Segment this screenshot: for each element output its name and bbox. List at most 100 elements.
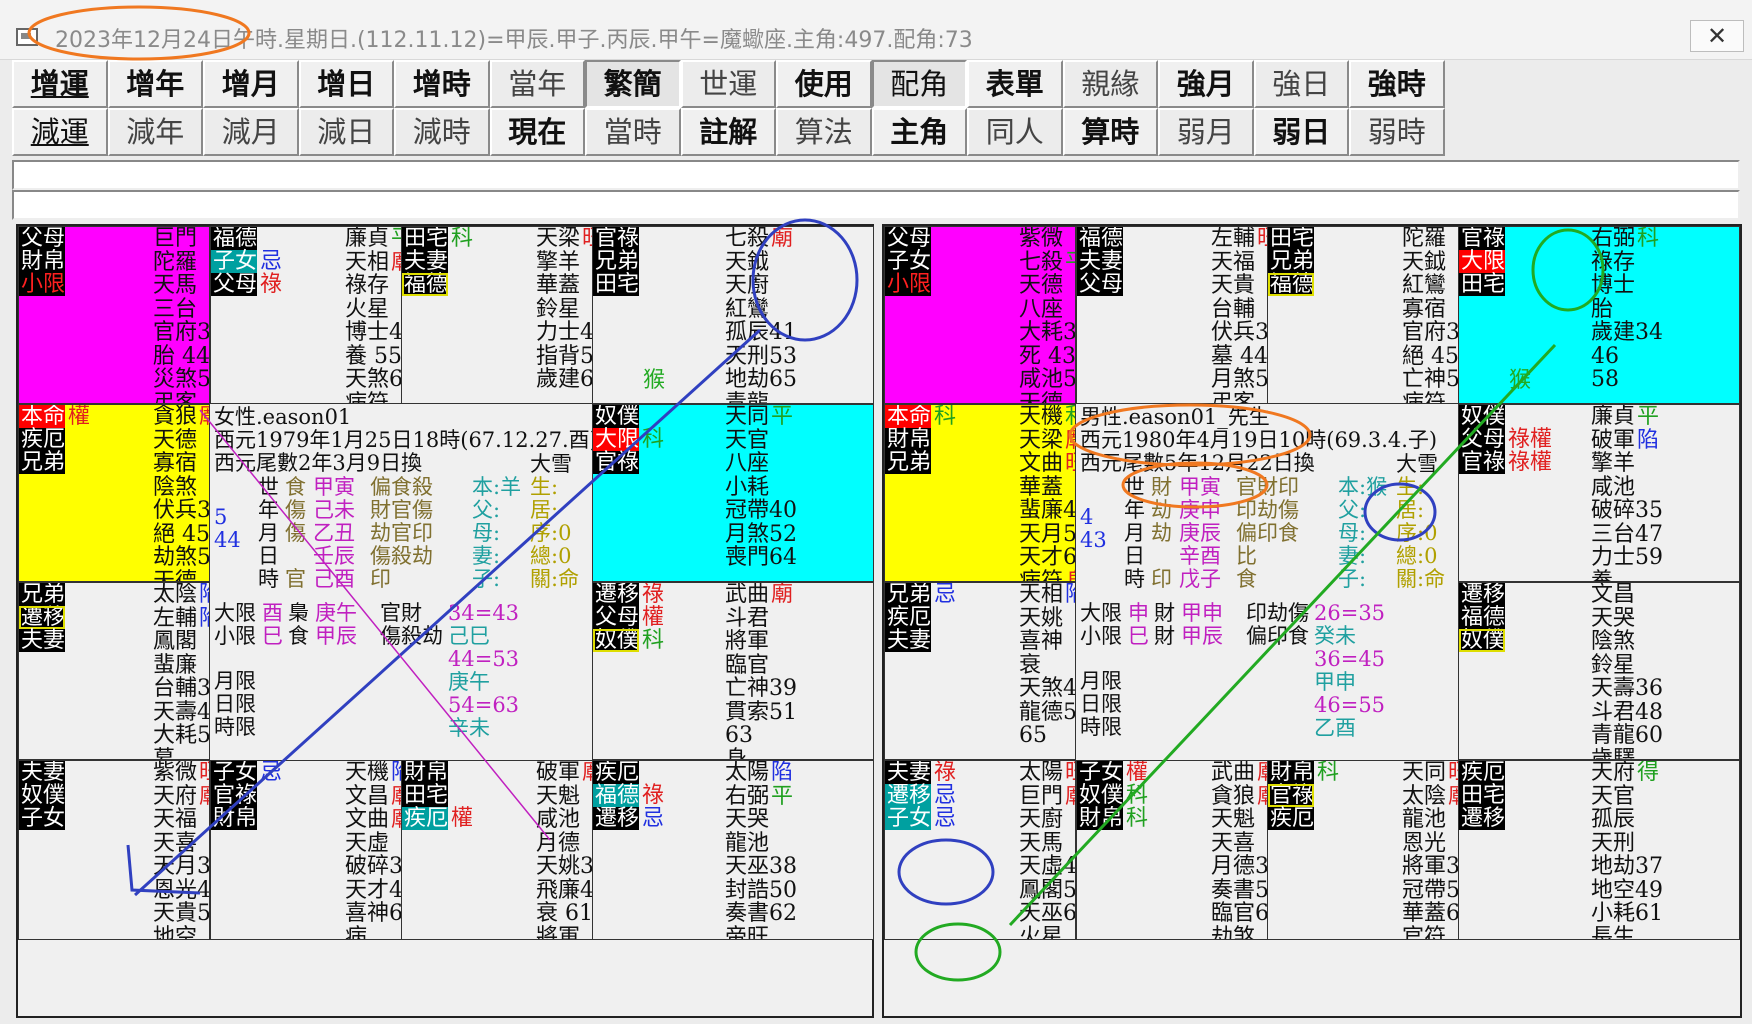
toolbar-button-1-2[interactable]: 增年 [107, 60, 203, 108]
toolbar-button-1-3[interactable]: 增月 [203, 60, 299, 108]
star-brightness: 陷 [199, 606, 209, 631]
toolbar-button-2-12[interactable]: 算時 [1062, 108, 1158, 156]
toolbar-row-2: 減運 減年 減月 減日 減時 現在 當時 註解 算法 主角 同人 算時 弱月 弱日 弱時 [12, 108, 1445, 156]
star-name: 寡宿 [1402, 296, 1447, 322]
chart-center-info: 女性.eason01 西元1979年1月25日18時(67.12.27.酉) 西元尾… [210, 404, 592, 760]
toolbar-button-2-4[interactable]: 減日 [298, 108, 394, 156]
toolbar-button-1-12[interactable]: 親緣 [1062, 60, 1158, 108]
palace-cell[interactable]: 福德夫妻父母 左輔旺天福天貴台輔伏兵32墓 44月煞56弔客 [1076, 226, 1268, 404]
palace-name: 田宅 [1459, 783, 1506, 808]
star-name: 恩光 [1402, 830, 1447, 856]
relation-label: 妻: [1338, 544, 1367, 568]
star: 小耗61 [1591, 902, 1663, 926]
limit-row-cell: 財 [1154, 624, 1175, 648]
toolbar-button-2-6[interactable]: 現在 [489, 108, 585, 156]
toolbar-button-1-5[interactable]: 增時 [394, 60, 490, 108]
star: 天機陷 [345, 761, 401, 785]
star: 貪狼廟 [153, 405, 209, 429]
star: 月德39 [1211, 855, 1267, 879]
star: 伏兵33 [153, 499, 209, 523]
palace-cell[interactable]: 夫妻祿遷移忌子女忌 太陽旺巨門廟天廚天馬天虛40鳳閣52天巫64火星 [884, 760, 1076, 940]
toolbar-button-2-13[interactable]: 弱月 [1158, 108, 1254, 156]
limit-row-cell: 申 [1128, 601, 1149, 625]
palace-cell[interactable]: 官祿 兄弟 田宅 七殺廟 天鉞 天廚 紅鸞 孤辰41 天刑53 地劫65 青龍猴 [592, 226, 874, 404]
palace-cell[interactable]: 本命權疾厄兄弟貪狼廟天德寡宿陰煞伏兵33絕 45劫煞57天德 [18, 404, 210, 582]
palace-cell[interactable]: 兄弟忌疾厄夫妻 天相陷天姚喜神衰天煞41龍德5365 [884, 582, 1076, 760]
palace-cell[interactable]: 子女忌官祿財帛 天機陷文昌廟文曲廟天虛破碎36天才48喜神60病 [210, 760, 402, 940]
star-name: 天才66 [1019, 545, 1076, 570]
palace-cell[interactable]: 疾厄 福德祿遷移忌太陽陷 右弼平 天哭 龍池 天巫38 封誥50 奏書62 帝旺 [592, 760, 874, 940]
pillar-cell: 食 [1236, 567, 1257, 591]
star-name: 長生 [1591, 924, 1636, 940]
star-name: 寡宿 [153, 451, 198, 476]
toolbar-button-1-15[interactable]: 強時 [1349, 60, 1445, 108]
star-name: 龍池 [725, 830, 770, 856]
star-name: 天虛40 [1019, 854, 1076, 879]
toolbar-button-2-7[interactable]: 當時 [585, 108, 681, 156]
palace-cell[interactable]: 財帛田宅疾厄權 破軍廟天魁咸池月德天姚37飛廉49衰 61將軍 [401, 760, 593, 940]
toolbar-button-1-4[interactable]: 增日 [298, 60, 394, 108]
limit-row-cell: 官財 [380, 601, 422, 625]
star: 華蓋 [536, 274, 592, 298]
palace-name: 疾厄 [1268, 806, 1315, 831]
toolbar-button-2-15[interactable]: 弱時 [1349, 108, 1445, 156]
toolbar-button-1-14[interactable]: 強日 [1253, 60, 1349, 108]
star: 擎羊 [1591, 452, 1663, 476]
palace-cell[interactable]: 田宅兄弟福德 陀羅天鉞紅鸞寡宿官府33絕 45亡神57病符 [1267, 226, 1459, 404]
toolbar-button-1-8[interactable]: 世運 [680, 60, 776, 108]
toolbar-button-2-1[interactable]: 減運 [12, 108, 108, 156]
palace-cell[interactable]: 夫妻奴僕子女 紫微旺天府廟天福天喜天月35恩光47天貴59地空 [18, 760, 210, 940]
star-name: 月德 [536, 830, 581, 856]
star-name: 天刑53 [725, 343, 797, 369]
star: 天煞41 [1019, 677, 1075, 701]
pillar-cell: 官 [285, 567, 306, 591]
palace-cell[interactable]: 兄弟遷移夫妻 太陰陷左輔陷鳳閣蜚廉台輔34天壽46大耗58墓 [18, 582, 210, 760]
star-name: 官府32 [153, 320, 210, 345]
toolbar-button-2-14[interactable]: 弱日 [1253, 108, 1349, 156]
window-title: 2023年12月24日午時.星期日.(112.11.12)=甲辰.甲子.丙辰.甲… [55, 28, 973, 53]
toolbar-button-label: 當年 [508, 67, 567, 101]
palace-cell[interactable]: 遷移 福德 奴僕 文昌 天哭 陰煞 鈴星 天壽36 斗君48 青龍60 歲驛 [1458, 582, 1740, 760]
star-name: 太陰 [153, 582, 198, 607]
toolbar-button-2-2[interactable]: 減年 [107, 108, 203, 156]
palace-cell[interactable]: 財帛科官祿疾厄 天同旺太陰廟龍池恩光將軍38冠帶50華蓋62官符 [1267, 760, 1459, 940]
palace-cell[interactable]: 子女權奴僕科財帛科 武曲廟貪狼廟天魁天喜月德39奏書51臨官63劫煞 [1076, 760, 1268, 940]
toolbar-button-1-10[interactable]: 配角 [871, 60, 967, 108]
palace-cell[interactable]: 田宅科夫妻福德 天梁旺擎羊華蓋鈴星力士42指背54歲建66 [401, 226, 593, 404]
palace-cell[interactable]: 遷移祿父母權奴僕科武曲廟 斗君 將軍 臨官 亡神39 貫索51 63 身 [592, 582, 874, 760]
annotation-input-2[interactable] [12, 190, 1740, 220]
star-name: 官府33 [1402, 320, 1459, 345]
toolbar-button-2-11[interactable]: 同人 [967, 108, 1063, 156]
palace-cell[interactable]: 疾厄 田宅 遷移 天府得 天官 孤辰 天刑 地劫37 地空49 小耗61 長生 [1458, 760, 1740, 940]
toolbar-button-1-13[interactable]: 強月 [1158, 60, 1254, 108]
star: 武曲廟 [1211, 761, 1267, 785]
toolbar-button-1-7[interactable]: 繁簡 [585, 60, 681, 108]
toolbar-button-2-9[interactable]: 算法 [776, 108, 872, 156]
palace-cell[interactable]: 福德子女忌父母祿 廉貞平天相廟祿存火星博士43養 55天煞67病符 [210, 226, 402, 404]
close-button[interactable]: ✕ [1690, 20, 1744, 52]
palace-cell[interactable]: 本命科財帛兄弟 天機利天梁廟文曲旺華蓋蜚廉42天月54天才66病符身 [884, 404, 1076, 582]
toolbar-button-2-5[interactable]: 減時 [394, 108, 490, 156]
palace-cell[interactable]: 奴僕 大限科官祿 天同平 天官 八座 小耗 冠帶40 月煞52 喪門64 [592, 404, 874, 582]
star: 天梁廟 [1019, 428, 1075, 453]
toolbar-button-2-10[interactable]: 主角 [871, 108, 967, 156]
annotation-input-1[interactable] [12, 160, 1740, 190]
toolbar-button-label: 世運 [699, 67, 758, 101]
app-icon[interactable] [16, 28, 38, 46]
toolbar-button-1-11[interactable]: 表單 [967, 60, 1063, 108]
star-name: 青龍60 [1591, 723, 1663, 748]
toolbar-button-1-6[interactable]: 當年 [489, 60, 585, 108]
toolbar-button-2-3[interactable]: 減月 [203, 108, 299, 156]
star: 龍池 [725, 830, 797, 856]
palace-name: 小限 [885, 272, 932, 297]
palace-cell[interactable]: 父母財帛小限 巨門陀羅天馬三台官府32胎 44災煞56弔客 [18, 226, 210, 404]
palace-cell[interactable]: 父母子女小限紫微七殺平天德八座大耗31死 43咸池55天德 [884, 226, 1076, 404]
toolbar-button-1-9[interactable]: 使用 [776, 60, 872, 108]
palace-cell[interactable]: 奴僕 父母 祿權 官祿 祿權 廉貞平 破軍陷 擎羊 咸池 破碎35 三台47 力士59 養 [1458, 404, 1740, 582]
toolbar-button-1-1[interactable]: 增運 [12, 60, 108, 108]
limit-row-cell: 巳 [1128, 624, 1149, 648]
palace-name: 官祿 [1268, 783, 1315, 808]
toolbar-button-2-8[interactable]: 註解 [680, 108, 776, 156]
star: 養 55 [345, 344, 401, 369]
palace-cell[interactable]: 官祿 大限 田宅 右弼科 祿存 博士胎歲建34 46 58 猴 [1458, 226, 1740, 404]
